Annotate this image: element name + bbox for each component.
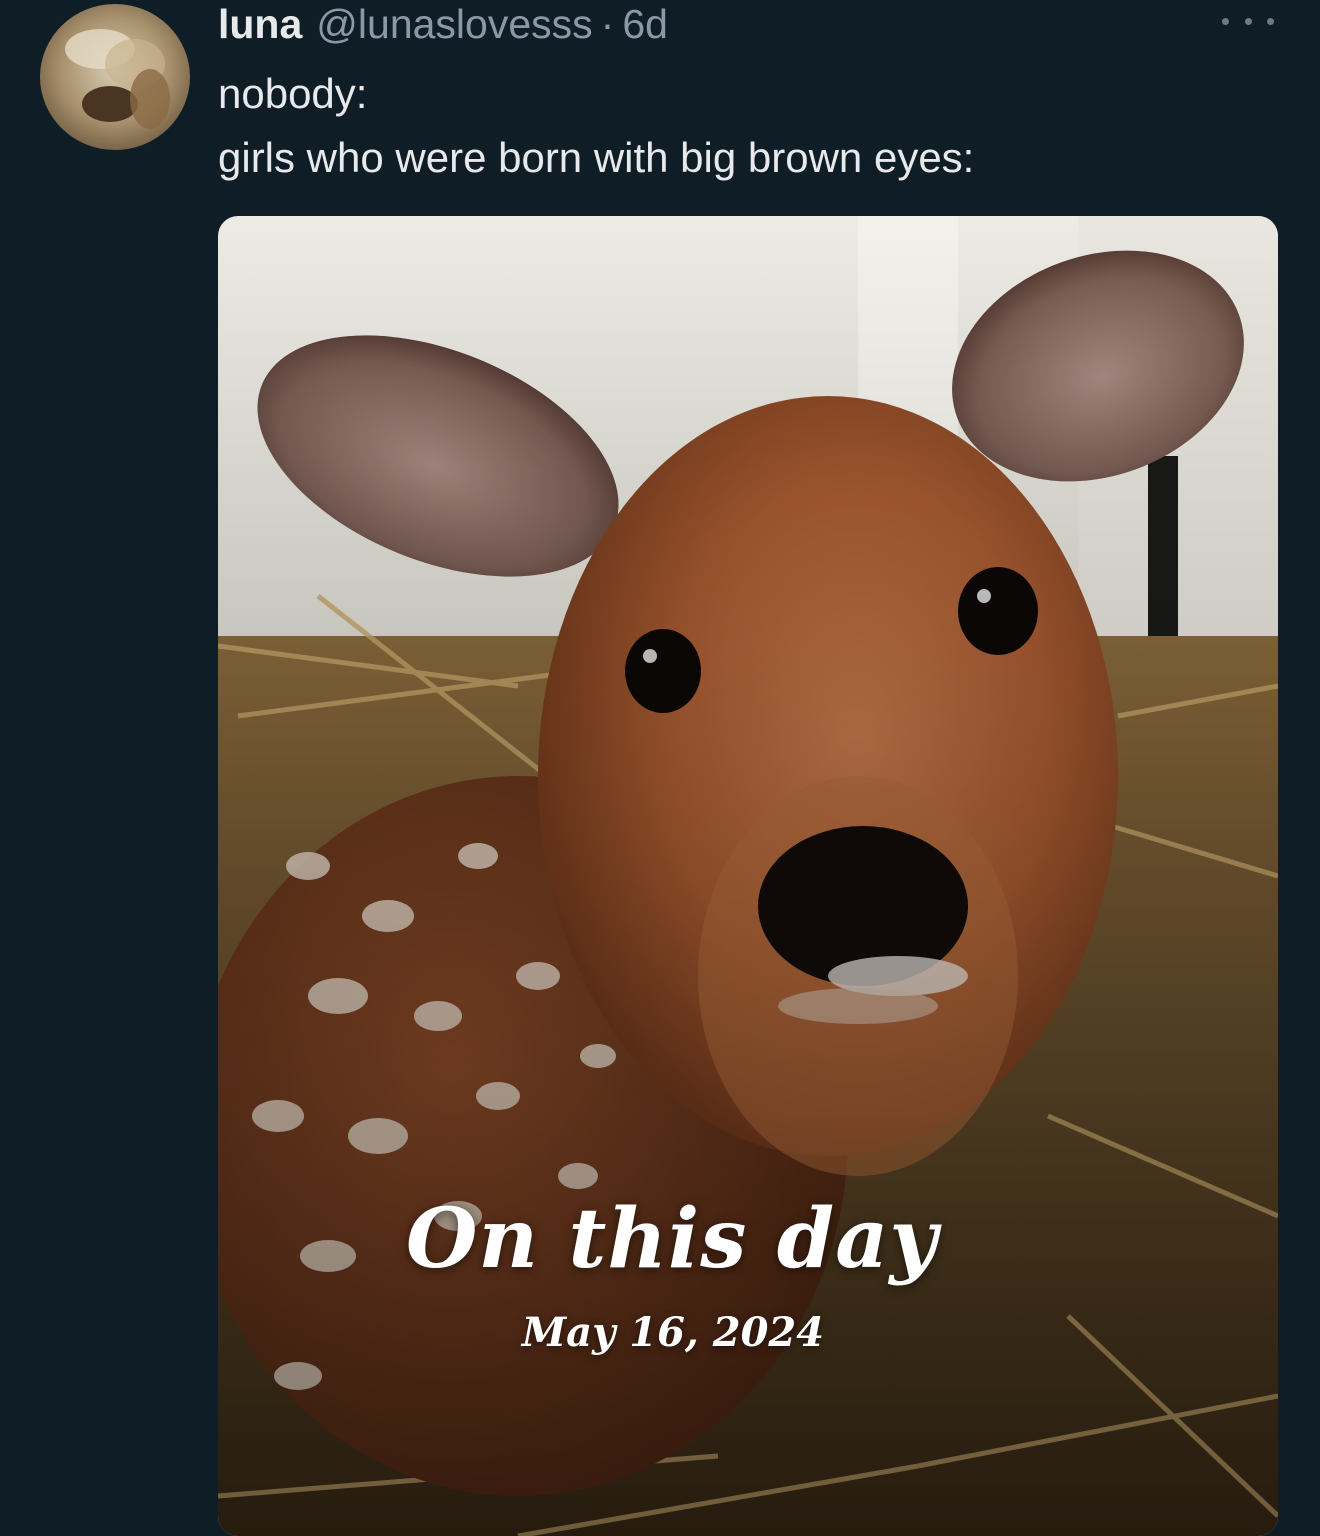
tweet-header: luna @lunaslovesss · 6d (218, 0, 668, 48)
separator-dot: · (600, 1, 615, 47)
more-horizontal-icon[interactable] (1222, 12, 1274, 30)
tweet-text-line: nobody: (218, 70, 368, 117)
tweet-text-line: girls who were born with big brown eyes: (218, 134, 975, 181)
avatar[interactable] (40, 4, 190, 150)
tweet[interactable]: luna @lunaslovesss · 6d nobody: girls wh… (0, 0, 1320, 1536)
overlay-title: On this day (405, 1191, 939, 1287)
user-handle[interactable]: @lunaslovesss (316, 0, 592, 48)
overlay-date: May 16, 2024 (521, 1309, 825, 1356)
more-dot (1222, 17, 1229, 25)
more-dot (1267, 17, 1274, 25)
timestamp[interactable]: 6d (622, 0, 668, 48)
more-dot (1244, 17, 1252, 25)
display-name[interactable]: luna (218, 0, 302, 48)
tweet-media-image[interactable]: On this day May 16, 2024 (218, 216, 1278, 1536)
